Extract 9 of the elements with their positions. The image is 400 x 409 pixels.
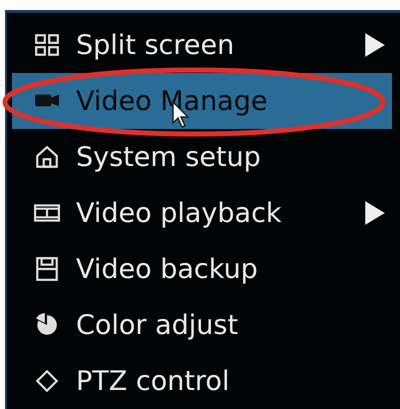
menu-item[interactable]: System setup [12, 129, 392, 185]
grid-icon [34, 32, 60, 58]
menu-item[interactable]: PTZ control [12, 353, 392, 409]
menu-item[interactable]: Color adjust [12, 297, 392, 353]
menu-item[interactable]: Video backup [12, 241, 392, 297]
house-icon [34, 144, 60, 170]
menu-item[interactable]: Split screen [12, 17, 392, 73]
menu-item[interactable]: Video playback [12, 185, 392, 241]
diamond-icon [34, 368, 60, 394]
